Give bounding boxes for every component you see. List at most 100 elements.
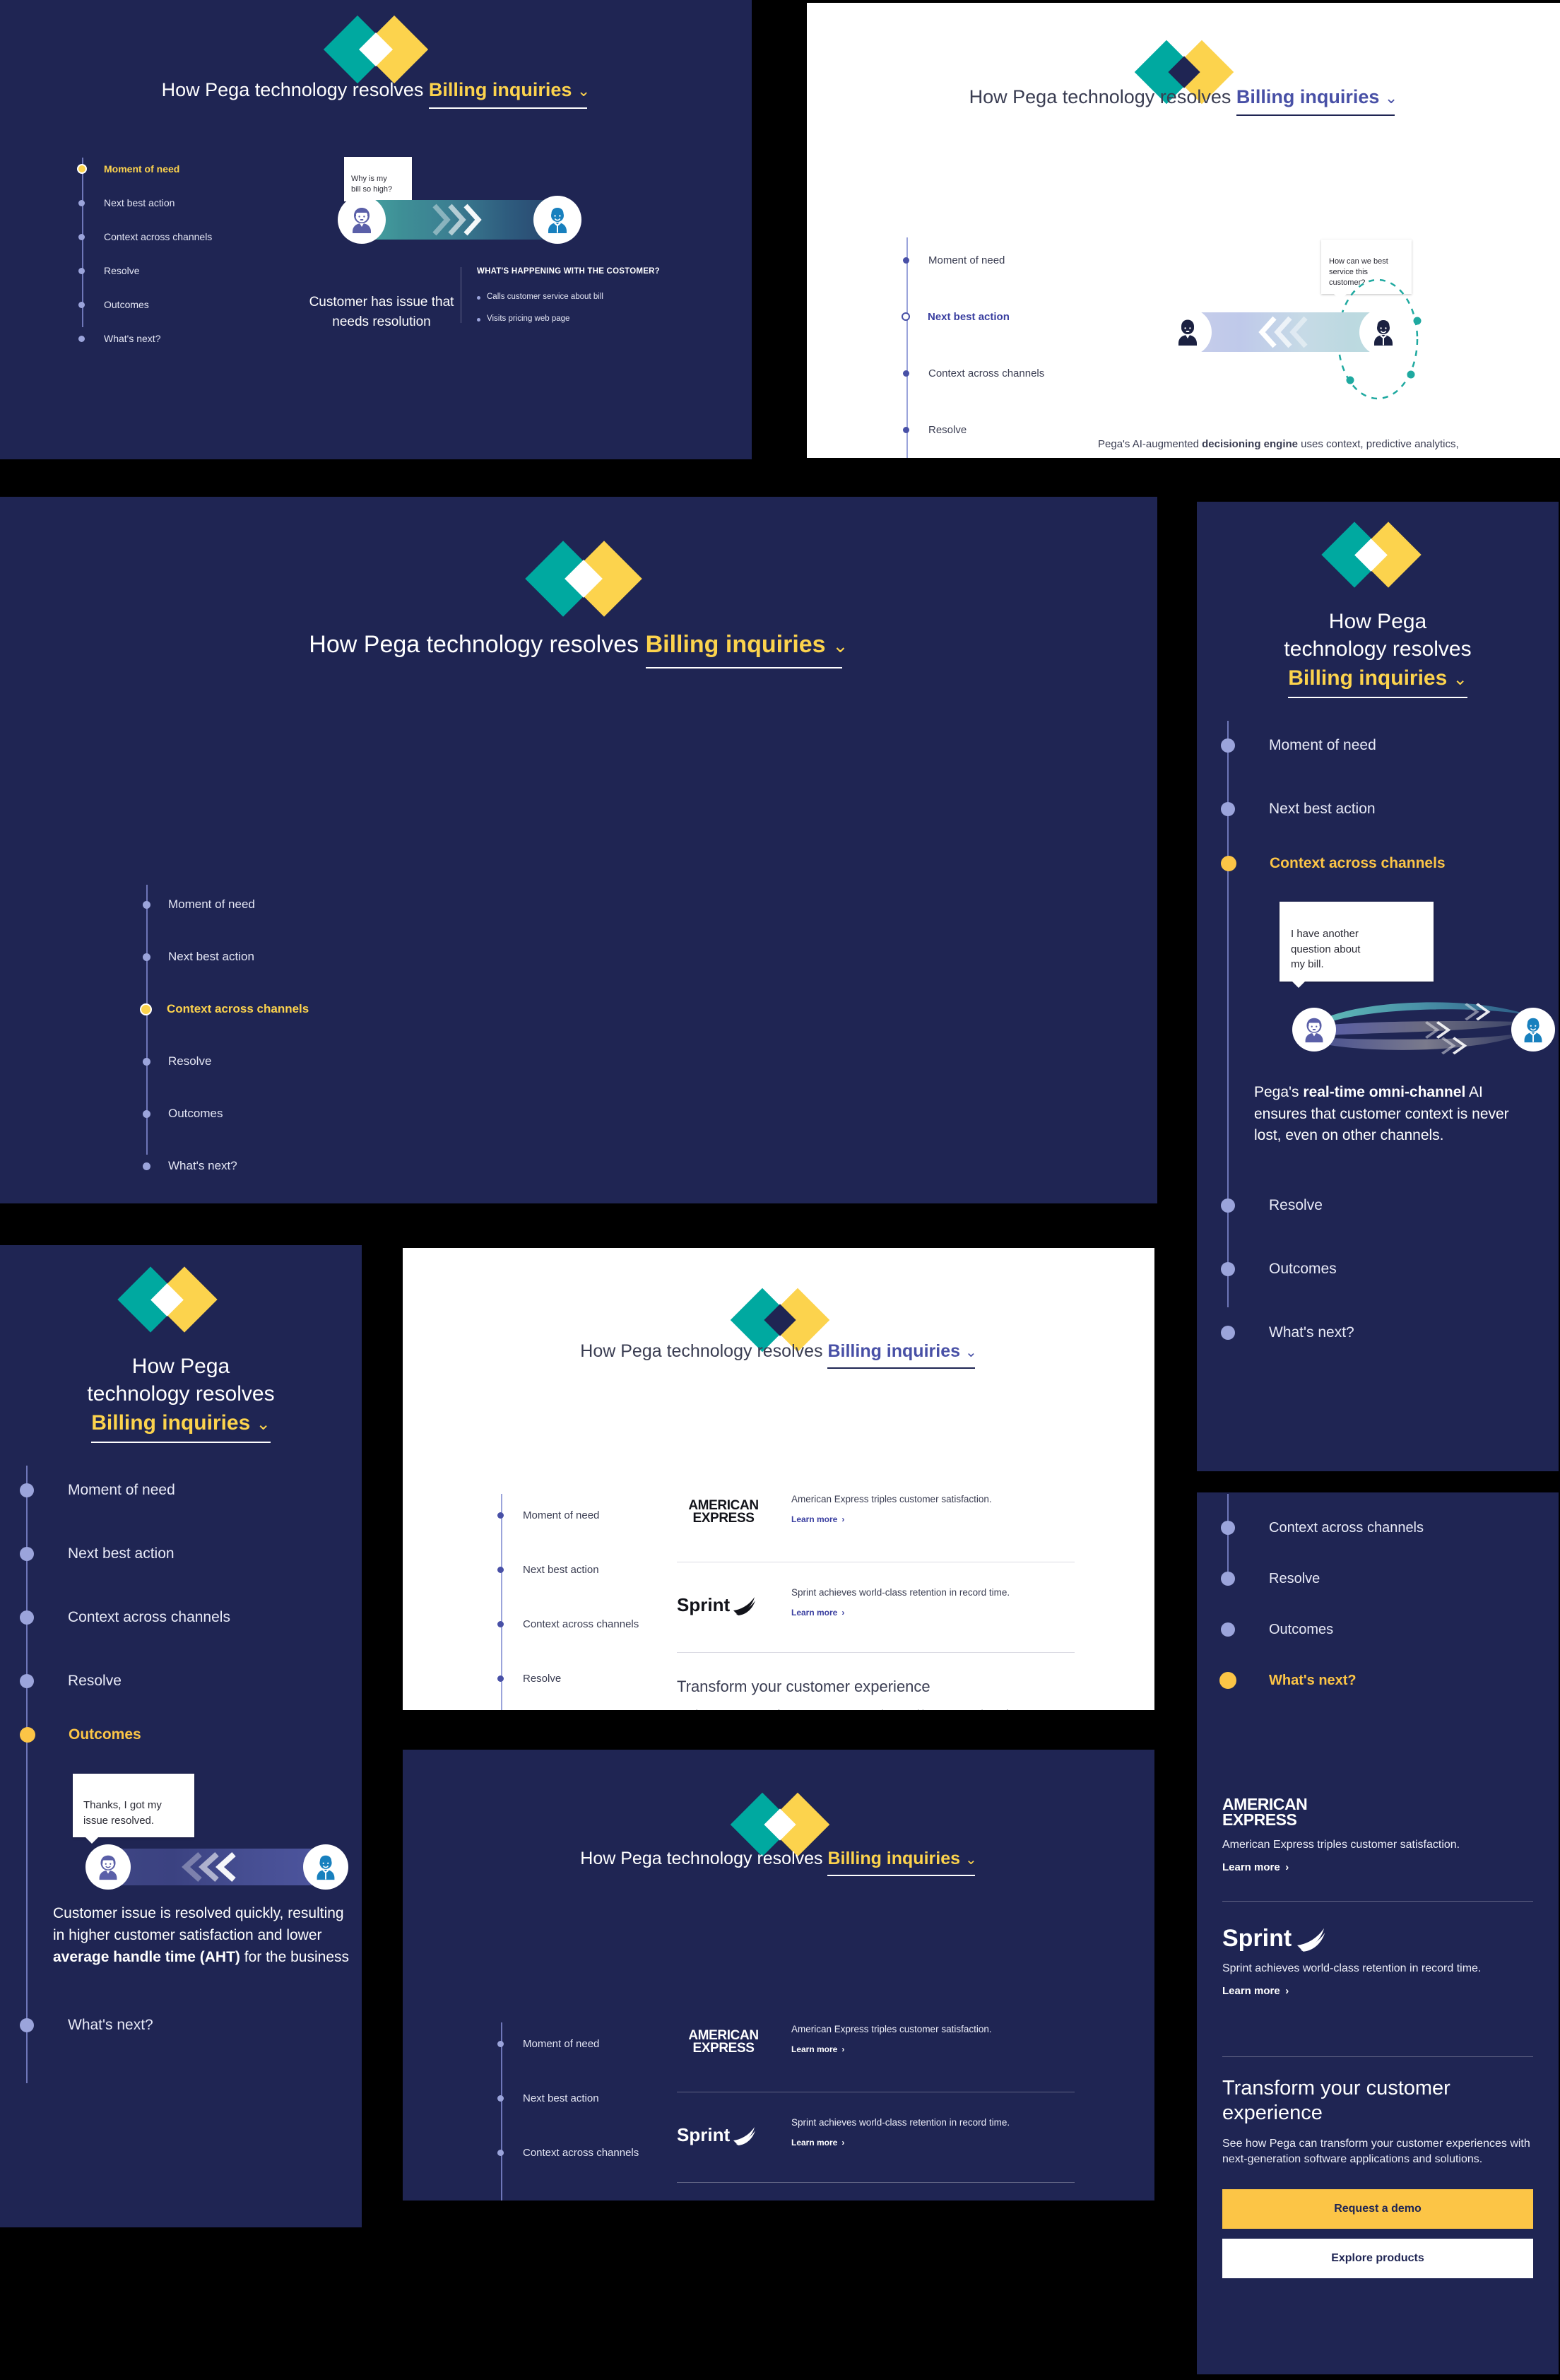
page-title-accent[interactable]: Billing inquiries [1236,86,1395,117]
expanded-step-content: Thanks, I got my issue resolved. Custome… [53,1757,352,1968]
chevron-down-icon[interactable]: ⌄ [577,82,590,100]
sidebar-item-moment-of-need[interactable]: Moment of need [141,878,438,931]
sidebar-item-resolve[interactable]: Resolve [141,1035,438,1088]
sidebar-item-label: Context across channels [1270,855,1446,871]
learn-more-link[interactable]: Learn more › [791,1514,844,1524]
sidebar-item-moment-of-need[interactable]: Moment of need [902,232,1157,288]
sidebar-item-moment-of-need[interactable]: Moment of need [1221,714,1553,777]
case-study-card: AMERICAN EXPRESS American Express triple… [1222,1796,1533,1874]
sidebar-item-whats-next[interactable]: What's next? [20,1993,352,2057]
sidebar-item-outcomes[interactable]: Outcomes [141,1088,438,1140]
case-study-quote: American Express triples customer satisf… [791,1494,992,1504]
sidebar-item-outcomes[interactable]: Outcomes [1221,1604,1553,1655]
learn-more-link[interactable]: Learn more › [1222,1861,1289,1873]
page-title: How Pega technology resolves Billing inq… [1197,608,1559,698]
page-title-accent[interactable]: Billing inquiries [91,1411,250,1435]
sidebar-item-context-across-channels[interactable]: Context across channels [20,1586,352,1649]
learn-more-label: Learn more [791,1514,838,1524]
sidebar-item-moment-of-need[interactable]: Moment of need [20,1459,352,1522]
sidebar-item-next-best-action[interactable]: Next best action [141,931,438,983]
avatar-customer [85,1844,131,1890]
page-title-line1: How Pega [131,1355,230,1378]
sidebar-item-whats-next[interactable]: What's next? [1221,1301,1553,1365]
sidebar-item-context-across-channels[interactable]: Context across channels [140,983,438,1035]
sidebar-item-context-across-channels[interactable]: Context across channels [78,220,304,254]
sidebar-item-next-best-action[interactable]: Next best action [902,288,1157,345]
page-title-accent[interactable]: Billing inquiries [645,631,843,669]
case-study-card: Sprint Sprint achieves world-class reten… [1222,1925,1533,1998]
sidebar-item-next-best-action[interactable]: Next best action [1221,777,1553,841]
sidebar-item-context-across-channels[interactable]: Context across channels [1221,841,1553,886]
sidebar-item-label: What's next? [68,2017,153,2034]
explore-products-button[interactable]: Explore products [1222,2238,1533,2278]
chevron-down-icon[interactable]: ⌄ [1453,670,1467,689]
sidebar-item-outcomes[interactable]: Outcomes [78,288,304,322]
title-underline [1288,697,1467,698]
sidebar-item-next-best-action[interactable]: Next best action [78,186,304,220]
page-title-accent[interactable]: Billing inquiries [827,1341,975,1369]
page-title-accent[interactable]: Billing inquiries [1288,666,1447,690]
sidebar-item-label: Outcomes [1269,1260,1337,1277]
learn-more-label: Learn more [791,1608,838,1618]
page-title-accent[interactable]: Billing inquiries [827,1849,975,1877]
case-study-card: Sprint Sprint achieves world-class reten… [677,2117,1075,2149]
learn-more-link[interactable]: Learn more › [1222,1985,1289,1997]
sidebar-item-context-across-channels[interactable]: Context across channels [902,345,1157,401]
sidebar-item-resolve[interactable]: Resolve [1221,1174,1553,1237]
case-study-quote: Sprint achieves world-class retention in… [1222,1962,1482,1974]
cta-body: See how Pega can transform your customer… [1222,2137,1530,2166]
sidebar-item-label: Moment of need [168,897,255,911]
sidebar-item-label: What's next? [1269,1324,1354,1341]
learn-more-link[interactable]: Learn more › [791,1608,844,1618]
sidebar-item-outcomes[interactable]: Outcomes [20,1713,352,1757]
chevron-down-icon[interactable]: ⌄ [832,635,849,656]
sidebar-item-label: Next best action [168,950,254,963]
page-title-line2: technology resolves [87,1382,275,1406]
avatar-agent [1511,1008,1555,1052]
panel-moment-of-need-desktop-dark: How Pega technology resolves Billing inq… [0,0,752,459]
sidebar-item-resolve[interactable]: Resolve [78,254,304,288]
chevron-down-icon[interactable]: ⌄ [1385,89,1398,107]
timeline: Moment of need Next best action Context … [1221,714,1555,1420]
case-study-card: Sprint Sprint achieves world-class reten… [677,1587,1075,1619]
chevron-down-icon[interactable]: ⌄ [965,1852,977,1868]
case-study-quote: Sprint achieves world-class retention in… [791,2117,1010,2128]
cta-heading: Transform your customer experience [1222,2077,1450,2125]
divider [1222,1901,1533,1902]
timeline-dot [1221,1572,1235,1586]
sidebar-item-resolve[interactable]: Resolve [497,2180,737,2201]
timeline-dot-active [77,164,87,174]
title-underline [1236,114,1395,117]
page-title-line2: technology resolves [1284,637,1472,661]
sidebar-item-label: Resolve [1269,1196,1323,1213]
sidebar-item-outcomes[interactable]: Outcomes [1221,1237,1553,1301]
chevron-down-icon[interactable]: ⌄ [965,1345,977,1360]
sidebar-item-resolve[interactable]: Resolve [1221,1553,1553,1604]
panel-next-best-action-desktop-light: How Pega technology resolves Billing inq… [807,3,1560,458]
sidebar-item-moment-of-need[interactable]: Moment of need [77,152,304,186]
sidebar-item-whats-next[interactable]: What's next? [78,322,304,355]
page-title: How Pega technology resolves Billing inq… [0,631,1157,669]
divider [1222,2056,1533,2057]
sidebar-item-whats-next[interactable]: What's next? [141,1140,438,1192]
sidebar-item-resolve[interactable]: Resolve [20,1649,352,1713]
sidebar-item-context-across-channels[interactable]: Context across channels [1221,1502,1553,1553]
page-title-accent[interactable]: Billing inquiries [428,79,587,110]
learn-more-link[interactable]: Learn more › [791,2138,844,2148]
timeline-dot [497,1675,504,1682]
request-a-demo-button[interactable]: Request a demo [1222,2188,1533,2229]
sidebar-item-label: Next best action [68,1545,175,1562]
sidebar-item-next-best-action[interactable]: Next best action [20,1522,352,1586]
customer-activity-panel: WHAT'S HAPPENING WITH THE COSTOMER? Call… [461,267,673,323]
agent-avatar-icon [1374,320,1393,346]
timeline-dot [20,1610,34,1625]
timeline-dot [143,1162,150,1170]
sidebar-item-whats-next[interactable]: What's next? [1219,1655,1553,1706]
learn-more-label: Learn more [1222,1984,1280,1997]
american-express-logo: AMERICAN EXPRESS [688,1498,759,1526]
timeline-dot [1221,802,1235,816]
chevron-down-icon[interactable]: ⌄ [256,1415,271,1434]
american-express-logo: AMERICAN EXPRESS [688,2028,759,2056]
learn-more-link[interactable]: Learn more › [791,2044,844,2054]
title-underline [645,667,843,669]
